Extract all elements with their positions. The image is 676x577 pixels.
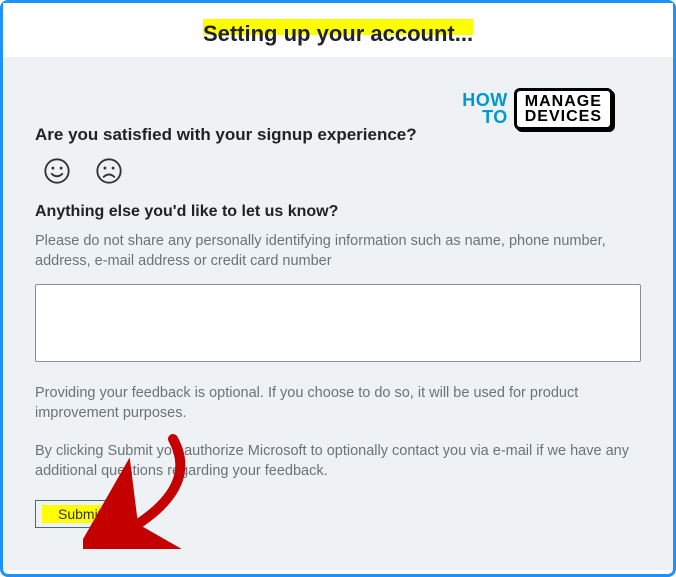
- feedback-textarea[interactable]: [35, 284, 641, 362]
- submit-wrap: Submit: [35, 500, 125, 528]
- header: Setting up your account...: [3, 3, 673, 57]
- authorize-note: By clicking Submit you authorize Microso…: [35, 441, 641, 482]
- submit-label: Submit: [58, 506, 102, 522]
- submit-button[interactable]: Submit: [35, 500, 125, 528]
- watermark-logo: HOW TO MANAGE DEVICES: [462, 88, 613, 130]
- rating-row: [35, 157, 641, 185]
- feedback-panel: Are you satisfied with your signup exper…: [3, 57, 673, 570]
- happy-face-icon[interactable]: [43, 157, 71, 185]
- sad-face-icon[interactable]: [95, 157, 123, 185]
- anything-else-question: Anything else you'd like to let us know?: [35, 203, 641, 221]
- optional-note: Providing your feedback is optional. If …: [35, 383, 641, 424]
- logo-devices-text: DEVICES: [525, 109, 602, 124]
- logo-manage-text: MANAGE: [525, 94, 602, 109]
- logo-box: MANAGE DEVICES: [514, 88, 613, 130]
- logo-to-text: TO: [482, 109, 508, 126]
- privacy-hint: Please do not share any personally ident…: [35, 231, 641, 272]
- page-title: Setting up your account...: [203, 21, 473, 47]
- logo-howto: HOW TO: [462, 92, 508, 126]
